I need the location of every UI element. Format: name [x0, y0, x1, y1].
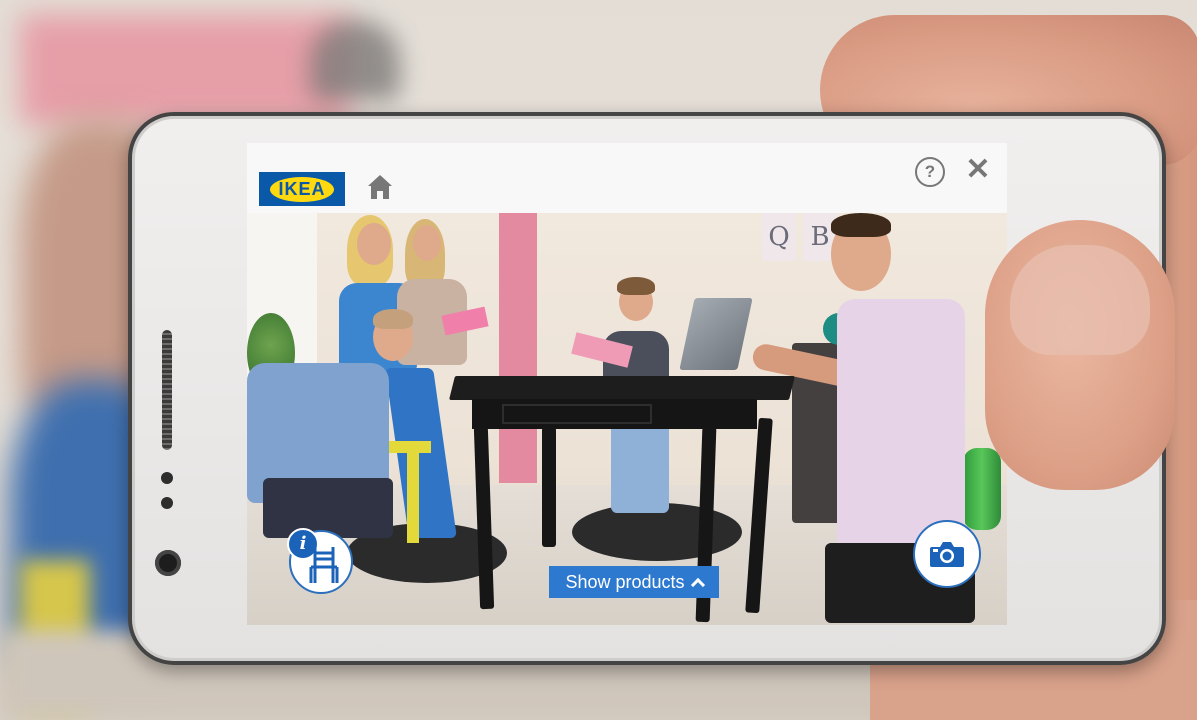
- yellow-stool-leg: [407, 451, 419, 543]
- app-header: IKEA ? ✕: [247, 143, 1007, 214]
- show-products-label: Show products: [565, 571, 685, 592]
- sensor: [161, 497, 173, 509]
- app-screen: IKEA ? ✕ Q B i Show products: [247, 143, 1007, 625]
- man-legs: [263, 478, 393, 538]
- camera-button[interactable]: [913, 520, 981, 588]
- table-drawer: [502, 404, 652, 424]
- boy-legs: [611, 423, 669, 513]
- front-camera: [155, 550, 181, 576]
- thumbnail: [1010, 245, 1150, 355]
- table-top: [449, 376, 795, 400]
- ikea-logo: IKEA: [259, 172, 345, 206]
- man-hair: [831, 213, 891, 237]
- home-button[interactable]: [365, 171, 395, 203]
- pink-pillar: [499, 213, 537, 483]
- sensor: [161, 472, 173, 484]
- green-vase: [963, 448, 1001, 530]
- table-leg: [542, 427, 556, 547]
- man-hair: [373, 309, 413, 329]
- woman-head: [357, 223, 391, 265]
- logo-text: IKEA: [270, 176, 334, 202]
- girl-head: [413, 225, 441, 261]
- home-icon: [368, 175, 392, 199]
- camera-icon: [930, 542, 964, 567]
- wall-letter-card: Q: [762, 213, 796, 261]
- boy-hair: [617, 277, 655, 295]
- camera-view: Q B: [247, 213, 1007, 625]
- background-pink-panel: [20, 15, 350, 125]
- show-products-button[interactable]: Show products: [549, 566, 719, 598]
- help-button[interactable]: ?: [915, 157, 945, 187]
- close-button[interactable]: ✕: [963, 155, 993, 185]
- speaker-grille: [162, 330, 172, 450]
- chair-icon: [309, 547, 339, 583]
- help-icon: ?: [924, 162, 936, 181]
- chevron-up-icon: [690, 577, 705, 593]
- close-icon: ✕: [965, 153, 991, 186]
- background-lamp: [310, 20, 400, 100]
